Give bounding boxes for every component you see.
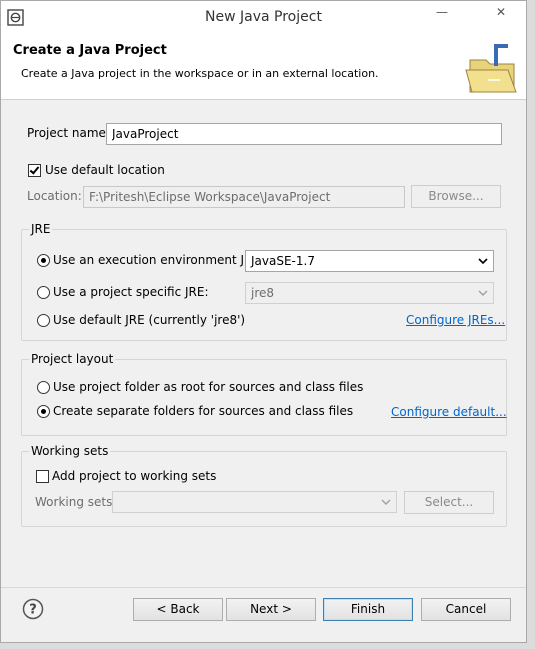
chevron-down-icon [381,499,391,505]
working-sets-group-title: Working sets [29,444,111,458]
add-to-working-sets-label: Add project to working sets [52,469,217,483]
working-sets-label: Working sets: [35,495,117,509]
jre-default-label: Use default JRE (currently 'jre8') [53,313,246,327]
cancel-button[interactable]: Cancel [421,598,511,621]
location-label: Location: [27,189,82,203]
jre-group-title: JRE [29,222,53,236]
finish-button[interactable]: Finish [323,598,413,621]
back-button[interactable]: < Back [133,598,223,621]
project-specific-jre-value: jre8 [251,286,275,300]
jre-execution-env-radio[interactable] [37,254,50,267]
use-default-location-label: Use default location [45,163,165,177]
project-layout-group [21,359,507,436]
title-bar[interactable]: New Java Project — ✕ [1,1,526,34]
project-name-label: Project name: [27,126,110,140]
project-name-input[interactable] [106,123,502,145]
working-sets-group [21,451,507,527]
location-input[interactable] [83,186,405,208]
working-sets-select[interactable] [112,491,397,513]
project-layout-group-title: Project layout [29,352,116,366]
radio-selected-dot [41,258,46,263]
svg-text:?: ? [29,603,37,618]
checkmark-icon [29,164,40,175]
configure-jres-link[interactable]: Configure JREs... [406,313,505,327]
minimize-icon[interactable]: — [431,3,453,23]
close-icon[interactable]: ✕ [481,3,521,23]
execution-env-select[interactable]: JavaSE-1.7 [245,250,494,272]
new-java-project-dialog: New Java Project — ✕ Create a Java Proje… [0,0,527,643]
layout-separate-label: Create separate folders for sources and … [53,404,354,418]
layout-separate-radio[interactable] [37,405,50,418]
layout-root-label: Use project folder as root for sources a… [53,380,364,394]
chevron-down-icon [478,290,488,296]
next-button[interactable]: Next > [226,598,316,621]
jre-execution-env-label: Use an execution environment JRE: [53,253,265,267]
folder-wizard-icon [465,44,517,93]
jre-project-specific-label: Use a project specific JRE: [53,285,209,299]
wizard-banner: Create a Java Project Create a Java proj… [1,34,526,100]
banner-title: Create a Java Project [13,43,167,58]
browse-button[interactable]: Browse... [411,185,501,208]
chevron-down-icon [478,258,488,265]
add-to-working-sets-checkbox[interactable] [36,470,49,483]
radio-selected-dot [41,409,46,414]
layout-root-radio[interactable] [37,381,50,394]
use-default-location-checkbox[interactable] [28,164,41,177]
project-specific-jre-select[interactable]: jre8 [245,282,494,304]
jre-default-radio[interactable] [37,314,50,327]
configure-default-link[interactable]: Configure default... [391,405,507,419]
select-working-sets-button[interactable]: Select... [404,491,494,514]
execution-env-value: JavaSE-1.7 [251,254,315,268]
jre-project-specific-radio[interactable] [37,286,50,299]
banner-description: Create a Java project in the workspace o… [21,67,379,80]
help-icon[interactable]: ? [22,598,44,620]
footer-separator [1,587,526,588]
